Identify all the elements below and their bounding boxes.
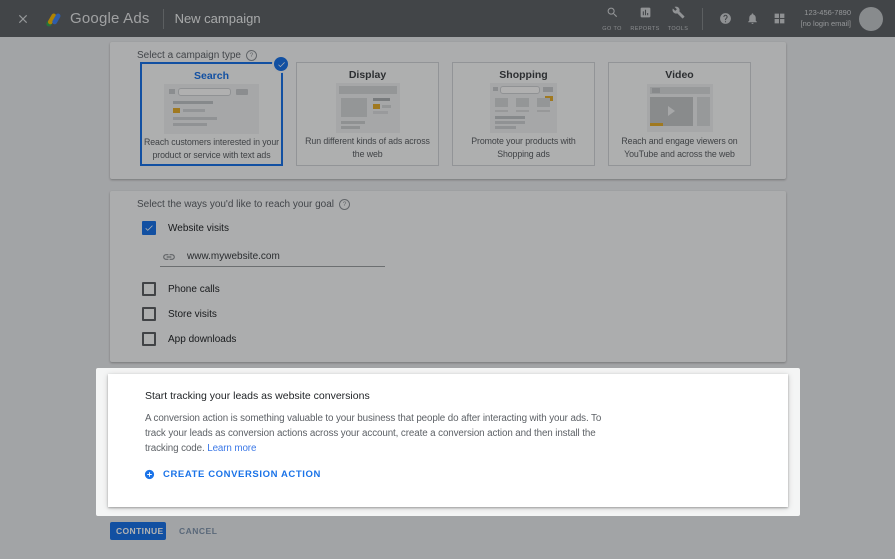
account-email: [no login email]	[801, 19, 851, 29]
goal-section: Select the ways you'd like to reach your…	[110, 191, 786, 362]
card-desc-search: Reach customers interested in your produ…	[143, 136, 281, 162]
label-store-visits[interactable]: Store visits	[168, 309, 217, 320]
campaign-type-heading-text: Select a campaign type	[137, 50, 241, 61]
wrench-icon	[672, 6, 685, 24]
topbar-left: Google Ads New campaign	[0, 9, 261, 29]
conversion-panel-body: A conversion action is something valuabl…	[145, 411, 601, 456]
option-row-app-downloads: App downloads	[142, 332, 236, 346]
campaign-type-cards: Search Reach customers interested in you…	[140, 62, 751, 166]
campaign-card-shopping[interactable]: Shopping Promote your products with Shop…	[452, 62, 595, 166]
selected-check-icon	[272, 55, 290, 73]
account-number: 123-456-7890	[801, 8, 851, 18]
add-circle-icon	[144, 469, 155, 480]
card-title-display: Display	[297, 69, 438, 81]
goal-heading: Select the ways you'd like to reach your…	[137, 199, 350, 210]
label-app-downloads[interactable]: App downloads	[168, 334, 236, 345]
card-title-video: Video	[609, 69, 750, 81]
website-url-value: www.mywebsite.com	[187, 251, 280, 262]
search-icon	[606, 6, 619, 24]
learn-more-link[interactable]: Learn more	[207, 443, 256, 454]
create-conversion-action-label: CREATE CONVERSION ACTION	[163, 469, 321, 480]
campaign-type-heading: Select a campaign type	[137, 50, 257, 61]
notifications-button[interactable]	[739, 12, 766, 25]
checkbox-website-visits[interactable]	[142, 221, 156, 235]
card-title-search: Search	[142, 70, 281, 82]
topbar-divider	[163, 9, 164, 29]
reports-button[interactable]: REPORTS	[629, 6, 662, 32]
goto-label: GO TO	[602, 26, 622, 32]
checkbox-app-downloads[interactable]	[142, 332, 156, 346]
avatar[interactable]	[859, 7, 883, 31]
shopping-thumbnail	[490, 83, 557, 133]
bell-icon	[746, 12, 759, 25]
goal-heading-text: Select the ways you'd like to reach your…	[137, 199, 334, 210]
conversion-body-line3: tracking code.	[145, 443, 205, 454]
reports-label: REPORTS	[630, 26, 659, 32]
footer-actions: CONTINUE CANCEL	[110, 522, 217, 540]
option-row-phone-calls: Phone calls	[142, 282, 220, 296]
apps-grid-button[interactable]	[766, 12, 793, 25]
close-icon[interactable]	[16, 12, 30, 26]
help-icon[interactable]	[339, 199, 350, 210]
card-desc-video: Reach and engage viewers on YouTube and …	[611, 135, 749, 161]
label-phone-calls[interactable]: Phone calls	[168, 284, 220, 295]
product-name: Google Ads	[70, 10, 150, 27]
campaign-card-display[interactable]: Display Run different kinds of ads acros…	[296, 62, 439, 166]
tools-button[interactable]: TOOLS	[662, 6, 695, 32]
conversion-panel: Start tracking your leads as website con…	[108, 374, 788, 507]
link-icon	[162, 250, 176, 264]
promo-spotlight-overlay: Start tracking your leads as website con…	[96, 368, 800, 516]
google-ads-new-campaign-page: Google Ads New campaign GO TO REPORTS	[0, 0, 895, 559]
card-desc-shopping: Promote your products with Shopping ads	[455, 135, 593, 161]
goto-button[interactable]: GO TO	[596, 6, 629, 32]
campaign-card-search[interactable]: Search Reach customers interested in you…	[140, 62, 283, 166]
help-icon	[719, 12, 732, 25]
account-info[interactable]: 123-456-7890 [no login email]	[801, 8, 851, 28]
topbar: Google Ads New campaign GO TO REPORTS	[0, 0, 895, 37]
help-button[interactable]	[712, 12, 739, 25]
checkbox-store-visits[interactable]	[142, 307, 156, 321]
google-ads-logo-icon	[45, 11, 62, 27]
tools-label: TOOLS	[668, 26, 689, 32]
card-desc-display: Run different kinds of ads across the we…	[299, 135, 437, 161]
cancel-button[interactable]: CANCEL	[179, 526, 217, 536]
campaign-card-video[interactable]: Video Reach and engage viewers on YouTub…	[608, 62, 751, 166]
checkbox-phone-calls[interactable]	[142, 282, 156, 296]
search-thumbnail	[164, 84, 259, 134]
create-conversion-action-button[interactable]: CREATE CONVERSION ACTION	[144, 469, 321, 480]
website-url-field[interactable]: www.mywebsite.com	[160, 247, 385, 267]
display-thumbnail	[336, 83, 400, 133]
video-thumbnail	[647, 84, 713, 132]
continue-button[interactable]: CONTINUE	[110, 522, 166, 540]
apps-grid-icon	[773, 12, 786, 25]
label-website-visits[interactable]: Website visits	[168, 223, 229, 234]
page-title: New campaign	[175, 11, 261, 26]
option-row-store-visits: Store visits	[142, 307, 217, 321]
card-title-shopping: Shopping	[453, 69, 594, 81]
topbar-right: GO TO REPORTS TOOLS	[596, 6, 883, 32]
conversion-body-line2: track your leads as conversion actions a…	[145, 426, 601, 441]
help-icon[interactable]	[246, 50, 257, 61]
option-row-website-visits: Website visits	[142, 221, 229, 235]
campaign-type-section: Select a campaign type Search Reach cust…	[110, 42, 786, 179]
topbar-divider-2	[702, 8, 703, 30]
conversion-panel-title: Start tracking your leads as website con…	[145, 390, 370, 402]
conversion-body-line1: A conversion action is something valuabl…	[145, 411, 601, 426]
bar-chart-icon	[639, 6, 652, 24]
